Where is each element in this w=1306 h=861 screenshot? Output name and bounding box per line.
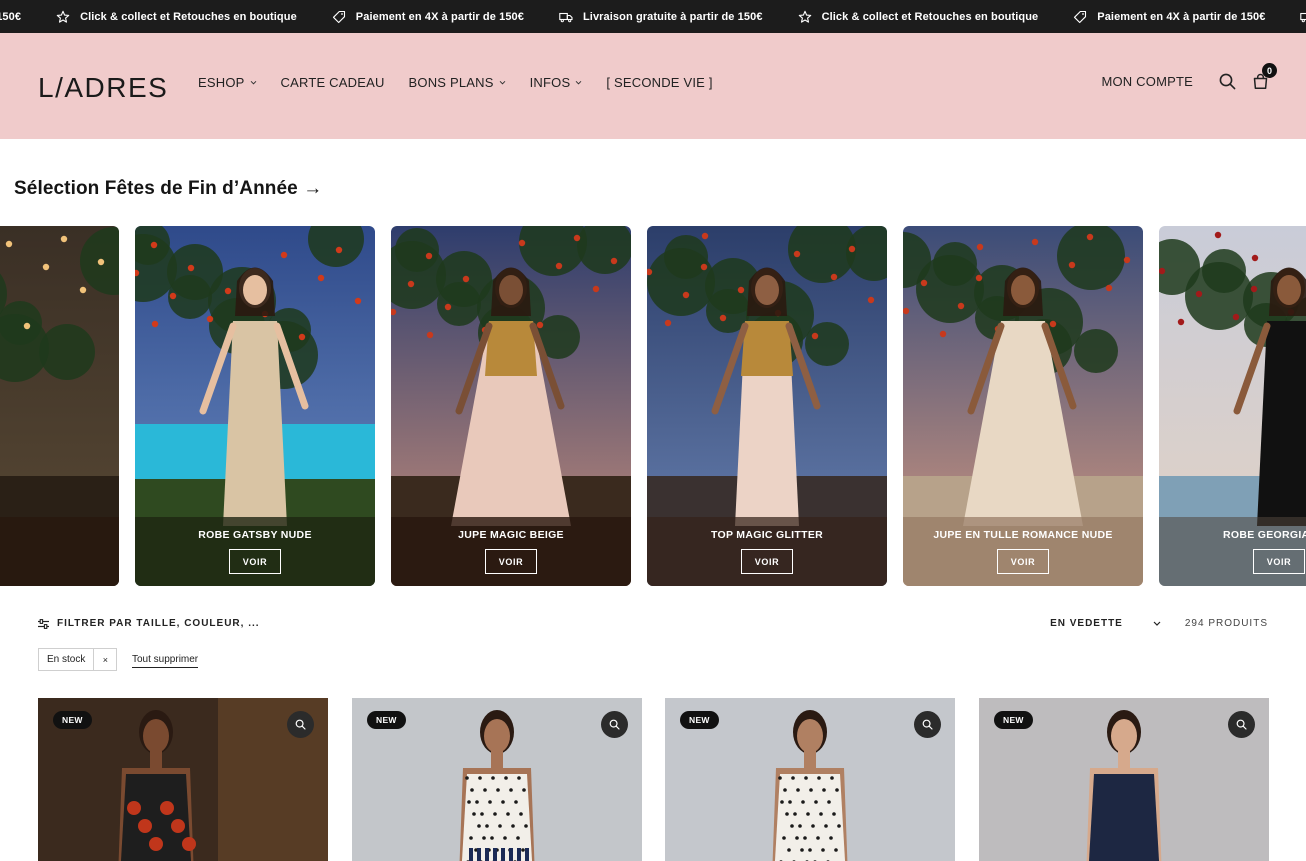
filter-toggle-label: FILTRER PAR TAILLE, COULEUR, ...	[57, 618, 260, 629]
logo-mark: L/ADRESS	[38, 72, 166, 103]
site-header: L/ADRESS ESHOP CARTE CADEAU BONS PLANS INFO…	[0, 33, 1306, 139]
quick-view-button[interactable]	[914, 711, 941, 738]
nav-item-label: ESHOP	[198, 75, 245, 90]
chevron-down-icon	[250, 80, 256, 85]
product-card[interactable]: NEW	[352, 698, 642, 861]
clear-all-filters-link[interactable]: Tout supprimer	[132, 654, 199, 668]
carousel-card[interactable]: JUPE MAGIC BEIGE VOIR	[391, 226, 631, 586]
nav-item-label: CARTE CADEAU	[280, 75, 385, 90]
tag-icon	[331, 10, 347, 24]
tag-icon	[1072, 10, 1088, 24]
announcement-track: de 150€ Click & collect et Retouches en …	[0, 0, 1306, 33]
chevron-down-icon	[1153, 621, 1161, 626]
search-icon[interactable]	[1217, 71, 1237, 91]
announcement-item: Click & collect et Retouches en boutique	[55, 10, 297, 24]
account-link[interactable]: MON COMPTE	[1101, 74, 1193, 89]
announcement-item: Livraison gratuite à partir de 150€	[558, 10, 763, 24]
quick-view-button[interactable]	[601, 711, 628, 738]
announcement-fragment: de 150€	[0, 11, 21, 23]
new-badge: NEW	[53, 711, 92, 729]
new-badge: NEW	[680, 711, 719, 729]
section-title[interactable]: Sélection Fêtes de Fin d’Année →	[14, 178, 322, 200]
carousel-card-voir-button[interactable]: VOIR	[485, 549, 537, 574]
product-card[interactable]: NEW	[38, 698, 328, 861]
nav-item-4[interactable]: [ SECONDE VIE ]	[606, 75, 712, 90]
search-icon	[609, 719, 620, 730]
announcement-item: Click & collect et Retouches en boutique	[797, 10, 1039, 24]
carousel-card[interactable]: ROBE GATSBY NUDE VOIR	[135, 226, 375, 586]
active-filter-label: En stock	[39, 649, 95, 670]
carousel-card-title: ROBE GATSBY NUDE	[198, 529, 312, 541]
featured-carousel[interactable]: RTY TIMEVOIRROBE GATSBY NUDEVOIRJUPE MAG…	[0, 226, 1306, 586]
carousel-card-voir-button[interactable]: VOIR	[997, 549, 1049, 574]
new-badge: NEW	[367, 711, 406, 729]
header-actions: MON COMPTE 0	[1101, 63, 1277, 91]
product-card[interactable]: NEW	[979, 698, 1269, 861]
announcement-text: Paiement en 4X à partir de 150€	[1097, 10, 1266, 23]
carousel-card-voir-button[interactable]: VOIR	[229, 549, 281, 574]
carousel-card-voir-button[interactable]: VOIR	[741, 549, 793, 574]
announcement-item: Livraison gratuite à partir de 150€	[1299, 10, 1306, 24]
nav-item-3[interactable]: INFOS	[530, 75, 583, 90]
search-icon	[1236, 719, 1247, 730]
announcement-fragment-text: de 150€	[0, 10, 22, 23]
announcement-bar: de 150€ Click & collect et Retouches en …	[0, 0, 1306, 33]
new-badge: NEW	[994, 711, 1033, 729]
sort-select[interactable]: EN VEDETTE	[1050, 618, 1161, 629]
chevron-down-icon	[576, 80, 582, 85]
cart-count-badge: 0	[1262, 63, 1277, 78]
carousel-card-title: ROBE GEORGIA	[1223, 529, 1306, 541]
nav-item-1[interactable]: CARTE CADEAU	[281, 75, 385, 90]
quick-view-button[interactable]	[287, 711, 314, 738]
filter-sliders-icon	[38, 618, 49, 629]
sort-bar: EN VEDETTE 294 PRODUITS	[1050, 618, 1268, 629]
search-icon	[922, 719, 933, 730]
nav-item-label: BONS PLANS	[408, 75, 494, 90]
carousel-card-title: JUPE EN TULLE ROMANCE NUDE	[933, 529, 1113, 541]
announcement-text: Paiement en 4X à partir de 150€	[355, 10, 524, 23]
carousel-card[interactable]: ROBE GEORGIA VOIR	[1159, 226, 1306, 586]
carousel-card[interactable]: JUPE EN TULLE ROMANCE NUDE VOIR	[903, 226, 1143, 586]
quick-view-button[interactable]	[1228, 711, 1255, 738]
active-filter-chip: En stock ×	[38, 648, 118, 671]
nav-item-label: INFOS	[529, 75, 571, 90]
delivery-icon	[1299, 10, 1306, 24]
product-card[interactable]: NEW	[665, 698, 955, 861]
sort-select-value: EN VEDETTE	[1050, 618, 1123, 629]
main-nav: ESHOP CARTE CADEAU BONS PLANS INFOS [ SECOND…	[198, 75, 737, 90]
filter-toggle[interactable]: FILTRER PAR TAILLE, COULEUR, ...	[38, 618, 260, 629]
announcement-text: Livraison gratuite à partir de 150€	[582, 10, 763, 23]
cart-button[interactable]: 0	[1250, 63, 1277, 91]
carousel-card-title: TOP MAGIC GLITTER	[710, 529, 824, 541]
carousel-card-overlay	[0, 517, 119, 586]
announcement-item: Paiement en 4X à partir de 150€	[1072, 10, 1265, 24]
carousel-card-title: JUPE MAGIC BEIGE	[458, 529, 564, 541]
announcement-text: Click & collect et Retouches en boutique	[80, 10, 297, 23]
announcement-item: Paiement en 4X à partir de 150€	[331, 10, 524, 24]
carousel-card-voir-button[interactable]: VOIR	[1253, 549, 1305, 574]
search-icon	[295, 719, 306, 730]
delivery-icon	[558, 10, 574, 24]
carousel-card[interactable]: TOP MAGIC GLITTER VOIR	[647, 226, 887, 586]
nav-item-0[interactable]: ESHOP	[198, 75, 257, 90]
chevron-down-icon	[499, 80, 505, 85]
carousel-card[interactable]: RTY TIMEVOIR	[0, 226, 119, 586]
star-icon	[797, 10, 813, 24]
product-count: 294 PRODUITS	[1184, 618, 1268, 629]
site-logo[interactable]: L/ADRESS	[38, 66, 166, 106]
star-icon	[55, 10, 71, 24]
svg-text:L/ADRESS: L/ADRESS	[38, 72, 166, 103]
nav-item-label: [ SECONDE VIE ]	[606, 75, 713, 90]
remove-filter-button[interactable]: ×	[94, 649, 116, 670]
nav-item-2[interactable]: BONS PLANS	[409, 75, 506, 90]
announcement-text: Click & collect et Retouches en boutique	[821, 10, 1039, 23]
